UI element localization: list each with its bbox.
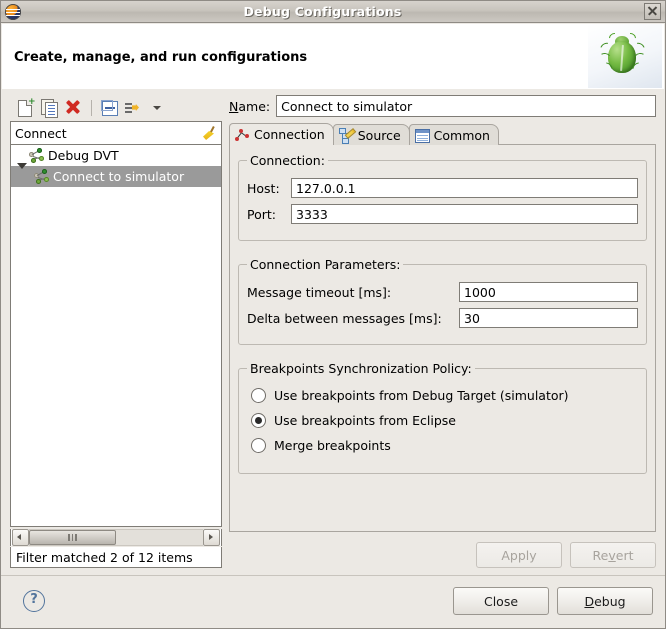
port-label: Port: <box>247 206 276 222</box>
broom-icon[interactable] <box>201 124 219 142</box>
tab-source[interactable]: Source <box>332 124 410 145</box>
toolbar-separator <box>91 100 92 116</box>
search-input[interactable] <box>11 125 201 141</box>
timeout-field-row: Message timeout [ms]: <box>247 282 638 302</box>
port-field-row: Port: <box>247 204 638 224</box>
tab-common[interactable]: Common <box>408 124 499 145</box>
debug-config-icon <box>33 168 50 185</box>
configurations-pane: + Connect Debug DVT Connect to simulator… <box>10 95 222 568</box>
configurations-tree[interactable]: Debug DVT Connect to simulator <box>10 145 222 527</box>
breakpoints-group-legend: Breakpoints Synchronization Policy: <box>250 361 472 376</box>
timeout-input[interactable] <box>459 282 638 302</box>
tree-item-debug-dvt[interactable]: Debug DVT <box>11 145 221 169</box>
name-field-row: Name: <box>229 95 656 117</box>
common-window-icon <box>414 128 430 143</box>
plus-badge-icon: + <box>28 97 36 107</box>
radio-label: Merge breakpoints <box>274 438 391 453</box>
scroll-left-arrow-icon[interactable] <box>12 529 29 546</box>
source-tree-pencil-icon <box>338 128 357 144</box>
delta-label: Delta between messages [ms]: <box>247 310 442 326</box>
tab-label: Connection <box>254 127 325 142</box>
connection-parameters-group: Connection Parameters: Message timeout [… <box>238 257 647 345</box>
apply-revert-buttons: Apply Revert <box>476 542 656 568</box>
debug-config-icon <box>28 147 45 164</box>
radio-button-icon[interactable] <box>251 388 266 403</box>
close-button[interactable]: Close <box>453 587 549 615</box>
configurations-toolbar: + <box>10 95 222 121</box>
window-titlebar: Debug Configurations <box>1 1 665 23</box>
host-input[interactable] <box>291 178 638 198</box>
host-label: Host: <box>247 180 280 196</box>
name-input[interactable] <box>276 95 656 117</box>
apply-button[interactable]: Apply <box>476 542 562 568</box>
delete-configuration-button[interactable] <box>62 97 84 119</box>
parameters-group-legend: Connection Parameters: <box>250 257 401 272</box>
radio-label: Use breakpoints from Eclipse <box>274 413 456 428</box>
revert-button[interactable]: Revert <box>570 542 656 568</box>
configuration-tabs: Connection Source Common <box>229 123 656 145</box>
tree-item-connect-to-simulator[interactable]: Connect to simulator <box>11 166 221 187</box>
dialog-body: + Connect Debug DVT Connect to simulator… <box>1 89 665 576</box>
connection-group: Connection: Host: Port: <box>238 153 647 241</box>
debug-configurations-dialog: Debug Configurations Create, manage, and… <box>0 0 666 629</box>
window-title: Debug Configurations <box>243 4 402 19</box>
delta-field-row: Delta between messages [ms]: <box>247 308 638 328</box>
tab-label: Common <box>433 127 490 143</box>
port-input[interactable] <box>291 204 638 224</box>
radio-use-breakpoints-eclipse[interactable]: Use breakpoints from Eclipse <box>251 413 638 428</box>
tab-connection[interactable]: Connection <box>229 123 334 145</box>
filter-arrow-icon <box>125 100 143 116</box>
dialog-banner: Create, manage, and run configurations <box>2 24 664 91</box>
duplicate-configuration-button[interactable] <box>38 97 60 119</box>
delete-red-x-icon <box>65 99 81 115</box>
name-label: Name: <box>229 98 271 114</box>
close-icon[interactable] <box>644 3 661 20</box>
radio-button-icon[interactable] <box>251 438 266 453</box>
connection-tab-panel: Connection: Host: Port: Connection Param… <box>229 144 656 532</box>
radio-use-breakpoints-debug-target[interactable]: Use breakpoints from Debug Target (simul… <box>251 388 638 403</box>
filter-search-box[interactable] <box>10 121 222 145</box>
dialog-footer: ? Close Debug <box>1 575 665 628</box>
filter-button[interactable] <box>123 97 145 119</box>
tree-item-label: Connect to simulator <box>53 169 185 184</box>
breakpoints-policy-group: Breakpoints Synchronization Policy: Use … <box>238 361 647 474</box>
scrollbar-thumb[interactable] <box>29 530 116 545</box>
new-configuration-button[interactable]: + <box>14 97 36 119</box>
radio-label: Use breakpoints from Debug Target (simul… <box>274 388 569 403</box>
footer-buttons: Close Debug <box>453 587 653 615</box>
help-question-icon[interactable]: ? <box>23 590 45 612</box>
scroll-right-arrow-icon[interactable] <box>203 529 220 546</box>
debug-button[interactable]: Debug <box>557 587 653 615</box>
network-nodes-icon <box>235 128 250 142</box>
tab-label: Source <box>357 127 401 143</box>
tree-horizontal-scrollbar[interactable] <box>10 529 222 546</box>
radio-button-icon[interactable] <box>251 413 266 428</box>
page-title: Create, manage, and run configurations <box>14 50 308 65</box>
timeout-label: Message timeout [ms]: <box>247 284 392 300</box>
green-bug-icon <box>598 30 647 79</box>
collapse-all-button[interactable] <box>99 97 121 119</box>
radio-merge-breakpoints[interactable]: Merge breakpoints <box>251 438 638 453</box>
chevron-down-icon <box>153 106 161 110</box>
configuration-editor-pane: Name: Connection Source <box>229 95 656 568</box>
scrollbar-track[interactable] <box>29 529 203 546</box>
delta-input[interactable] <box>459 308 638 328</box>
tree-item-label: Debug DVT <box>48 148 119 163</box>
host-field-row: Host: <box>247 178 638 198</box>
collapse-all-icon <box>101 100 118 116</box>
eclipse-logo-icon <box>5 3 21 20</box>
connection-group-legend: Connection: <box>250 153 325 168</box>
view-menu-button[interactable] <box>147 97 169 119</box>
banner-art <box>588 24 662 88</box>
filter-status-text: Filter matched 2 of 12 items <box>10 547 222 568</box>
